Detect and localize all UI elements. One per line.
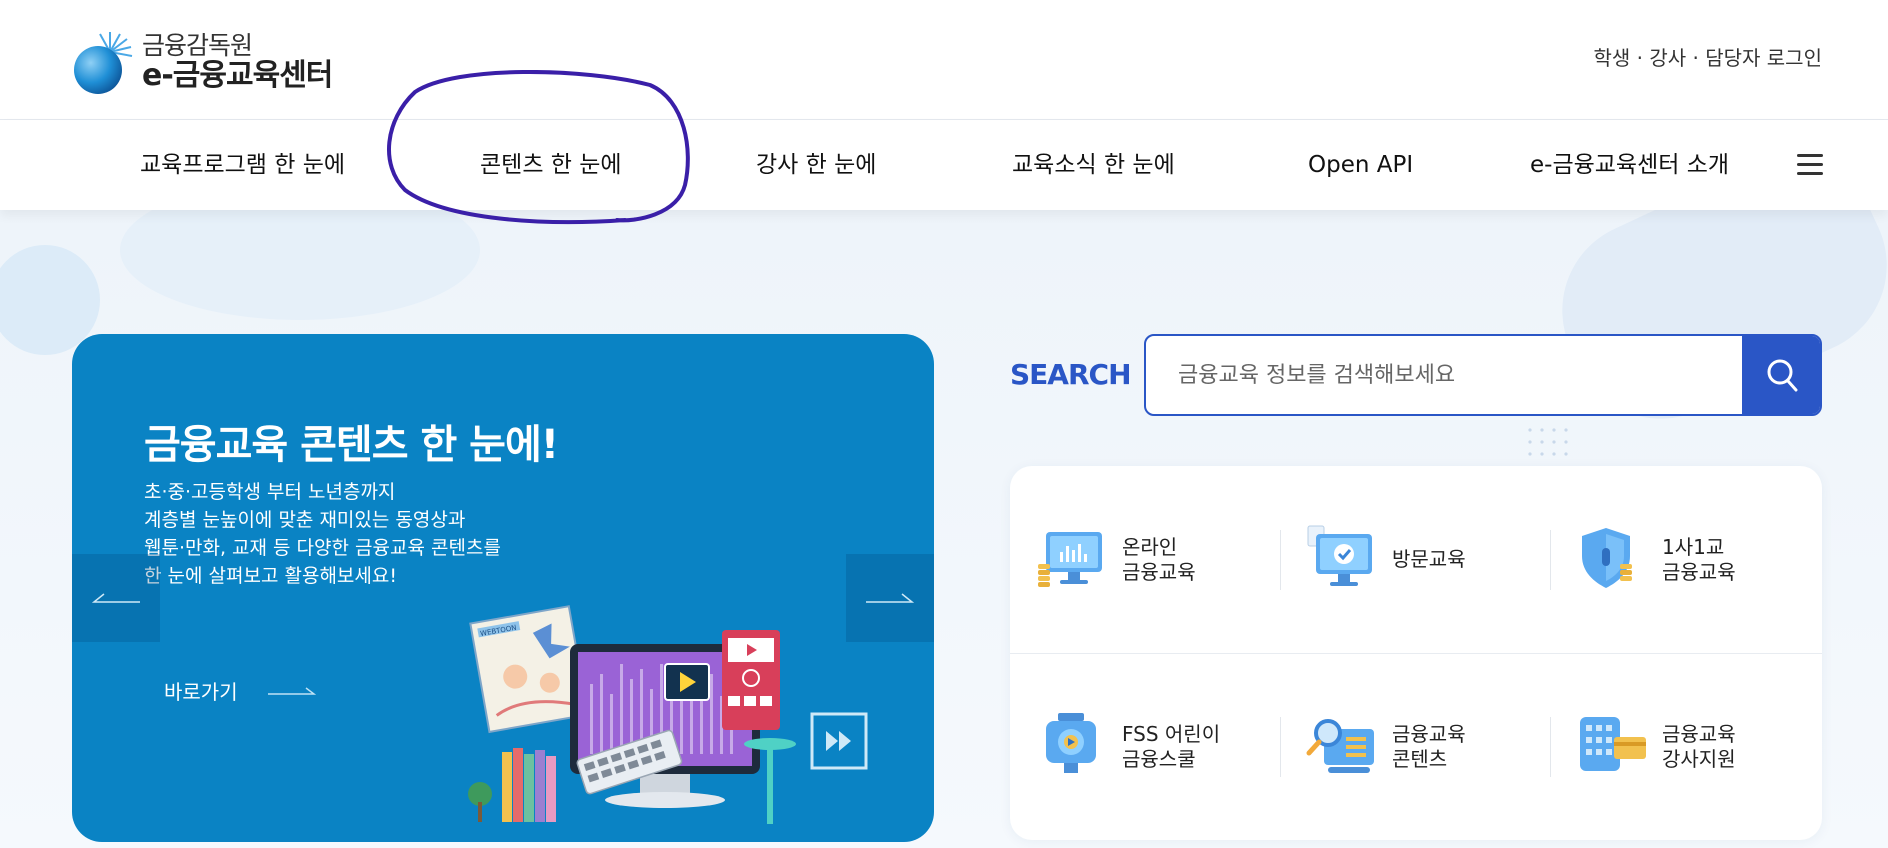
arrow-right-icon <box>866 593 914 603</box>
quick-online-education[interactable]: 온라인 금융교육 <box>1010 466 1280 653</box>
quick-item-label: 방문교육 <box>1392 547 1466 571</box>
banner-desc-line: 초·중·고등학생 부터 노년층까지 <box>144 481 396 503</box>
quick-menu-card: 온라인 금융교육 방문교육 1사1교 금융교육 FSS 어린이 금융스쿨 금융교… <box>1010 466 1822 840</box>
quick-fss-kids-school[interactable]: FSS 어린이 금융스쿨 <box>1010 653 1280 840</box>
search-label: SEARCH <box>1010 358 1132 391</box>
quick-one-company-one-school[interactable]: 1사1교 금융교육 <box>1550 466 1820 653</box>
magnifier-board-icon <box>1306 719 1374 773</box>
nav-item-news[interactable]: 교육소식 한 눈에 <box>1012 120 1175 210</box>
site-logo[interactable]: 금융감독원 e-금융교육센터 <box>72 28 333 96</box>
nav-item-about[interactable]: e-금융교육센터 소개 <box>1530 120 1729 210</box>
banner-desc-line: 계층별 눈높이에 맞춘 재미있는 동영상과 <box>144 509 466 531</box>
camera-icon <box>1046 713 1096 773</box>
banner-go-link[interactable]: 바로가기 <box>164 676 316 705</box>
logo-org-name: 금융감독원 <box>142 30 253 60</box>
quick-item-label: 온라인 금융교육 <box>1122 534 1196 584</box>
quick-instructor-support[interactable]: 금융교육 강사지원 <box>1550 653 1820 840</box>
quick-visit-education[interactable]: 방문교육 <box>1280 466 1550 653</box>
check-monitor-icon <box>1307 525 1372 586</box>
site-header: 금융감독원 e-금융교육센터 학생 · 강사 · 담당자 로그인 <box>0 0 1888 120</box>
quick-education-contents[interactable]: 금융교육 콘텐츠 <box>1280 653 1550 840</box>
monitor-chart-icon <box>1038 532 1102 587</box>
banner-desc-line: 웹툰·만화, 교재 등 다양한 금융교육 콘텐츠를 <box>144 537 501 559</box>
hero-banner: 금융교육 콘텐츠 한 눈에! 초·중·고등학생 부터 노년층까지 계층별 눈높이… <box>72 334 934 842</box>
banner-go-label: 바로가기 <box>164 680 238 704</box>
search-box <box>1144 334 1822 416</box>
banner-title: 금융교육 콘텐츠 한 눈에! <box>144 422 559 468</box>
search-button[interactable] <box>1742 336 1820 414</box>
banner-description: 초·중·고등학생 부터 노년층까지 계층별 눈높이에 맞춘 재미있는 동영상과 … <box>144 478 614 590</box>
nav-item-open-api[interactable]: Open API <box>1308 120 1413 210</box>
logo-site-name: e-금융교육센터 <box>142 58 333 94</box>
nav-item-contents[interactable]: 콘텐츠 한 눈에 <box>480 120 622 210</box>
banner-desc-line: 한 눈에 살펴보고 활용해보세요! <box>144 565 397 587</box>
main-nav: 교육프로그램 한 눈에 콘텐츠 한 눈에 강사 한 눈에 교육소식 한 눈에 O… <box>0 120 1888 210</box>
quick-item-label: 금융교육 콘텐츠 <box>1392 721 1466 771</box>
search-input[interactable] <box>1146 336 1744 414</box>
login-links[interactable]: 학생 · 강사 · 담당자 로그인 <box>1593 42 1822 71</box>
quick-item-label: FSS 어린이 금융스쿨 <box>1122 721 1221 771</box>
long-arrow-right-icon <box>267 686 316 695</box>
quick-item-label: 1사1교 금융교육 <box>1662 534 1736 584</box>
logo-globe-icon <box>72 28 134 96</box>
banner-illustration: WEBTOON <box>468 605 868 824</box>
hamburger-icon[interactable] <box>1797 154 1823 176</box>
nav-item-education-program[interactable]: 교육프로그램 한 눈에 <box>140 120 345 210</box>
banner-prev-button[interactable] <box>72 554 160 642</box>
calculator-card-icon <box>1580 717 1646 771</box>
shield-icon <box>1582 528 1632 588</box>
arrow-left-icon <box>92 593 140 603</box>
quick-item-label: 금융교육 강사지원 <box>1662 721 1736 771</box>
nav-item-instructors[interactable]: 강사 한 눈에 <box>756 120 876 210</box>
search-icon <box>1767 359 1798 392</box>
